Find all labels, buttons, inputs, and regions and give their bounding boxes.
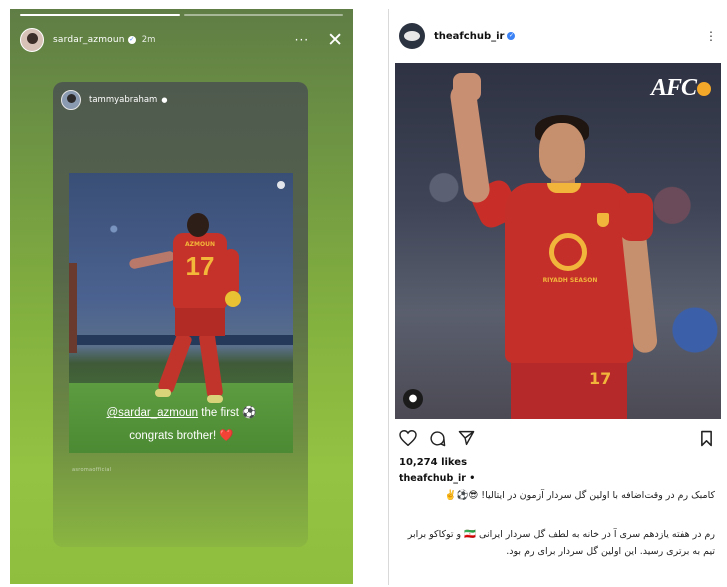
post-actions — [399, 427, 713, 449]
shared-post-card[interactable]: tammyabraham ● AZMOUN 17 asromaofficial — [53, 82, 308, 547]
post-photo[interactable]: RIYADH SEASON 17 AFC ● — [395, 63, 721, 419]
instagram-post: theafchub_ir ✓ ⋮ RIYADH SEASON 17 AFC ● — [388, 9, 727, 585]
logo-sun-icon — [697, 82, 711, 97]
sponsor-text: RIYADH SEASON — [542, 277, 598, 284]
story-progress-segment — [183, 14, 343, 16]
bookmark-icon[interactable] — [700, 430, 713, 447]
shared-post-header: tammyabraham ● — [61, 90, 167, 110]
heart-icon[interactable] — [399, 430, 417, 446]
club-crest-icon — [597, 213, 609, 227]
player-figure: RIYADH SEASON 17 — [447, 73, 677, 419]
story-progress-bar — [20, 14, 343, 16]
user-tag-icon[interactable]: ● — [403, 389, 423, 409]
caption-line2: رم در هفته یازدهم سری آ در خانه به لطف گ… — [407, 529, 715, 557]
shorts-number: 17 — [589, 369, 612, 388]
comment-icon[interactable] — [429, 430, 446, 447]
photo-credit: asromaofficial — [72, 467, 112, 473]
story-viewer[interactable]: sardar_azmoun ✓ 2m ··· ✕ tammyabraham ● — [10, 9, 353, 584]
more-options-icon[interactable]: ⋮ — [705, 29, 717, 43]
mention-link[interactable]: @sardar_azmoun — [106, 407, 198, 419]
caption-line1: کامبک رم در وقت‌اضافه با اولین گل سردار … — [444, 490, 715, 501]
avatar — [61, 90, 81, 110]
likes-count[interactable]: 10,274 likes — [399, 457, 467, 468]
verified-badge-icon: ● — [161, 96, 168, 104]
story-caption-line2: congrats brother! ❤️ — [129, 430, 234, 442]
caption-text: the first ⚽ — [198, 407, 257, 419]
verified-badge-icon: ✓ — [507, 32, 516, 40]
afc-logo: AFC — [651, 75, 711, 102]
caption-username[interactable]: theafchub_ir • — [399, 473, 475, 484]
background-player — [69, 263, 77, 353]
shared-post-username: tammyabraham — [89, 95, 158, 105]
post-username[interactable]: theafchub_ir — [434, 31, 504, 42]
share-icon[interactable] — [458, 430, 475, 446]
story-timestamp: 2m — [141, 35, 156, 45]
football-icon — [225, 291, 241, 307]
avatar[interactable] — [399, 23, 425, 49]
jersey-name: AZMOUN — [185, 241, 215, 248]
jersey-number: 17 — [185, 251, 215, 281]
more-options-icon[interactable]: ··· — [295, 33, 309, 47]
story-caption-line1: @sardar_azmoun the first ⚽ — [10, 405, 353, 419]
story-header: sardar_azmoun ✓ 2m ··· ✕ — [20, 23, 343, 57]
sponsor-logo-icon — [549, 233, 587, 271]
sparkle-icon — [277, 181, 285, 189]
player-figure: AZMOUN 17 — [128, 213, 241, 413]
story-progress-segment — [20, 14, 180, 16]
verified-badge-icon: ✓ — [127, 36, 136, 44]
story-username[interactable]: sardar_azmoun — [53, 35, 125, 45]
logo-text: AFC — [650, 75, 697, 101]
avatar[interactable] — [20, 28, 44, 52]
post-header: theafchub_ir ✓ ⋮ — [399, 21, 717, 51]
close-icon[interactable]: ✕ — [327, 30, 343, 50]
